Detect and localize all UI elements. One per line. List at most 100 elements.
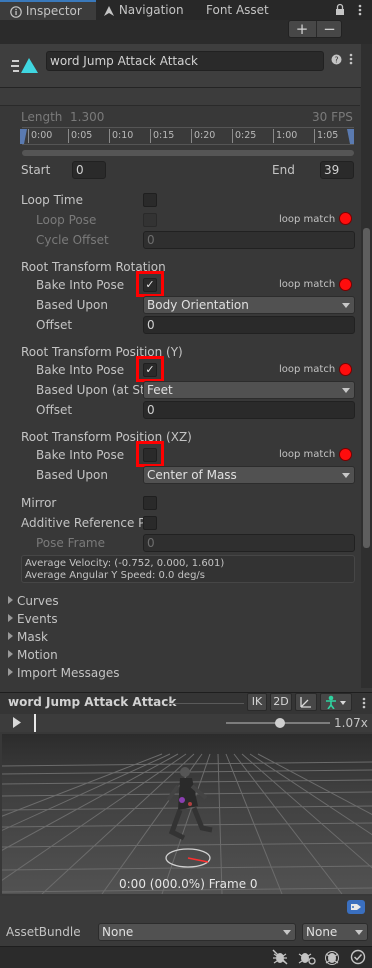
end-field[interactable]: 39 — [320, 161, 354, 179]
based-upon-position-y-dropdown[interactable]: Feet — [143, 381, 355, 399]
foldout-import-messages[interactable]: Import Messages — [8, 666, 120, 680]
chevron-down-icon — [283, 930, 291, 935]
offset-rotation-field[interactable]: 0 — [143, 316, 355, 334]
root-position-xz-title: Root Transform Position (XZ) — [21, 430, 192, 444]
check-circle-icon[interactable] — [350, 949, 366, 965]
chevron-right-icon — [8, 632, 13, 640]
bake-position-y-label: Bake Into Pose — [36, 363, 125, 377]
based-upon-position-xz-label: Based Upon — [36, 468, 108, 482]
pose-frame-field[interactable]: 0 — [143, 534, 355, 552]
offset-position-y-field[interactable]: 0 — [143, 401, 355, 419]
range-slider[interactable] — [22, 150, 354, 156]
play-icon[interactable] — [12, 717, 22, 728]
tick-label: 0:15 — [153, 130, 175, 141]
more-vert-icon[interactable] — [358, 4, 362, 16]
tick-label: 1:05 — [317, 130, 339, 141]
loop-pose-checkbox[interactable] — [143, 213, 157, 227]
header-divider — [0, 88, 360, 106]
add-button[interactable]: + — [289, 21, 315, 37]
start-field[interactable]: 0 — [72, 161, 106, 179]
pivot-icon — [300, 697, 311, 708]
bake-position-xz-label: Bake Into Pose — [36, 448, 125, 462]
highlight-box — [136, 441, 164, 467]
tick-label: 1:00 — [276, 130, 298, 141]
tab-font-asset-creator[interactable]: Font Asset Creator — [206, 0, 316, 37]
foldout-label: Events — [17, 612, 58, 626]
tab-bar: Inspector Navigation Font Asset Creator — [0, 0, 372, 37]
fps-value: 30 FPS — [312, 110, 353, 124]
tab-navigation[interactable]: Navigation — [103, 0, 193, 20]
foldout-motion[interactable]: Motion — [8, 648, 58, 662]
length-value: 1.300 — [70, 110, 105, 124]
bug-icon[interactable] — [272, 949, 288, 965]
foldout-label: Motion — [17, 648, 58, 662]
mirror-label: Mirror — [21, 496, 57, 510]
additive-reference-checkbox[interactable] — [143, 516, 157, 530]
average-velocity-text: Average Velocity: (-0.752, 0.000, 1.601) — [25, 558, 225, 569]
2d-toggle[interactable]: 2D — [270, 693, 292, 711]
preview-grid — [2, 734, 372, 894]
loop-match-label: loop match — [279, 214, 336, 225]
start-handle-icon[interactable] — [20, 129, 28, 144]
loop-match-label: loop match — [279, 364, 336, 375]
loop-pose-label: Loop Pose — [36, 213, 97, 227]
more-vert-icon[interactable] — [349, 53, 353, 65]
based-upon-position-y-label: Based Upon (at Sta — [36, 383, 143, 397]
playhead[interactable] — [34, 714, 36, 732]
end-handle-icon[interactable] — [346, 129, 354, 144]
foldout-label: Curves — [17, 594, 59, 608]
lock-icon[interactable] — [335, 3, 345, 16]
add-remove-group: + − — [288, 20, 342, 38]
help-icon[interactable]: ? — [331, 54, 342, 65]
bug-report-icon[interactable] — [324, 949, 342, 965]
asset-bundle-variant-dropdown[interactable]: None — [302, 923, 368, 941]
highlight-box — [136, 356, 164, 382]
loop-match-indicator — [339, 278, 352, 291]
chevron-right-icon — [8, 596, 13, 604]
timeline-ruler[interactable]: 0:00 0:05 0:10 0:15 0:20 0:25 1:00 1:05 — [20, 127, 354, 145]
loop-time-label: Loop Time — [21, 193, 83, 207]
asset-bundle-name-dropdown[interactable]: None — [98, 923, 296, 941]
scrollbar-thumb[interactable] — [363, 228, 370, 548]
preview-drag-handle[interactable] — [168, 703, 244, 704]
additive-reference-label: Additive Reference Po — [21, 516, 143, 530]
tick-label: 0:10 — [112, 130, 134, 141]
chevron-right-icon — [8, 614, 13, 622]
speed-slider-handle[interactable] — [275, 718, 285, 728]
dropdown-value: Center of Mass — [147, 468, 237, 482]
avatar-dropdown[interactable] — [320, 693, 352, 711]
tab-inspector[interactable]: Inspector — [0, 0, 96, 20]
ik-toggle[interactable]: IK — [247, 693, 267, 711]
tick-label: 0:20 — [194, 130, 216, 141]
loop-time-checkbox[interactable] — [143, 193, 157, 207]
asset-bundle-label: AssetBundle — [6, 925, 81, 939]
label-tag-icon[interactable] — [347, 900, 365, 914]
tab-label: Inspector — [25, 4, 82, 18]
debug-settings-icon[interactable] — [298, 949, 316, 965]
dropdown-value: Body Orientation — [147, 298, 249, 312]
more-vert-icon[interactable] — [362, 697, 366, 709]
chevron-right-icon — [8, 650, 13, 658]
offset-rotation-label: Offset — [36, 318, 73, 332]
loop-match-label: loop match — [279, 449, 336, 460]
foldout-curves[interactable]: Curves — [8, 594, 59, 608]
preview-viewport[interactable]: 0:00 (000.0%) Frame 0 — [2, 734, 372, 894]
average-angular-speed-text: Average Angular Y Speed: 0.0 deg/s — [25, 570, 205, 581]
pose-frame-label: Pose Frame — [36, 536, 105, 550]
bake-rotation-label: Bake Into Pose — [36, 278, 125, 292]
based-upon-position-xz-dropdown[interactable]: Center of Mass — [143, 466, 355, 484]
navigation-icon — [104, 5, 114, 16]
length-label: Length — [21, 110, 63, 124]
dropdown-value: Feet — [147, 383, 173, 397]
clip-name-field[interactable]: word Jump Attack Attack — [46, 51, 324, 71]
cycle-offset-field[interactable]: 0 — [143, 231, 355, 249]
chevron-right-icon — [8, 668, 13, 676]
foldout-mask[interactable]: Mask — [8, 630, 48, 644]
pivot-toggle[interactable] — [295, 693, 317, 711]
foldout-events[interactable]: Events — [8, 612, 58, 626]
mirror-checkbox[interactable] — [143, 496, 157, 510]
remove-button[interactable]: − — [316, 21, 342, 37]
based-upon-rotation-dropdown[interactable]: Body Orientation — [143, 296, 355, 314]
loop-match-indicator — [339, 448, 352, 461]
chevron-down-icon — [342, 473, 350, 478]
